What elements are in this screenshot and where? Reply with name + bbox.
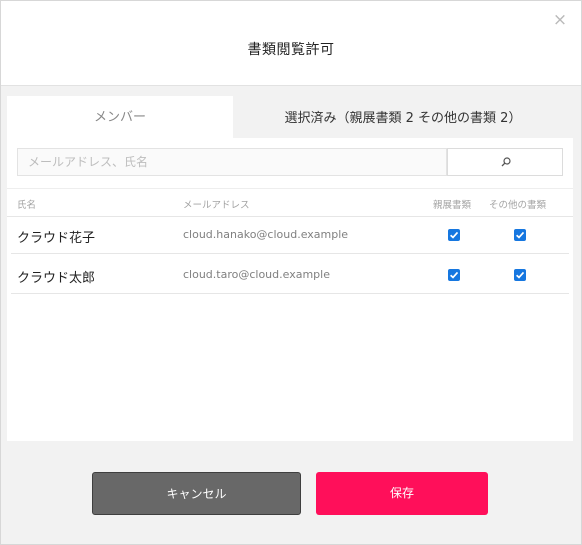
table-row: クラウド太郎 cloud.taro@cloud.example (11, 256, 569, 294)
save-button[interactable]: 保存 (316, 472, 488, 515)
header-email: メールアドレス (183, 200, 250, 211)
search-button[interactable] (447, 148, 563, 176)
header-confidential: 親展書類 (433, 200, 472, 211)
member-email: cloud.taro@cloud.example (183, 268, 330, 281)
member-name: クラウド太郎 (17, 271, 96, 286)
search-icon (501, 157, 511, 167)
dialog-title: 書類閲覧許可 (247, 42, 335, 58)
tab-members[interactable]: メンバー (7, 96, 233, 138)
check-icon (450, 231, 459, 239)
search-input[interactable] (17, 148, 447, 176)
member-email: cloud.hanako@cloud.example (183, 228, 349, 241)
tab-selected[interactable]: 選択済み（親展書類 2 その他の書類 2） (233, 96, 573, 138)
other-documents-checkbox[interactable] (514, 269, 526, 281)
member-panel: 氏名 メールアドレス 親展書類 その他の書類 クラウド花子 cloud.hana… (7, 138, 573, 441)
header-other: その他の書類 (489, 200, 547, 211)
document-permission-dialog: 書類閲覧許可 × メンバー 選択済み（親展書類 2 その他の書類 2） 氏名 メ… (0, 0, 582, 545)
tab-bar: メンバー 選択済み（親展書類 2 その他の書類 2） (7, 96, 573, 138)
check-icon (450, 271, 459, 279)
other-documents-checkbox[interactable] (514, 229, 526, 241)
member-name: クラウド花子 (17, 231, 96, 246)
header-name: 氏名 (17, 200, 37, 211)
table-header: 氏名 メールアドレス 親展書類 その他の書類 (7, 188, 573, 217)
check-icon (516, 271, 525, 279)
close-icon[interactable]: × (552, 11, 568, 29)
dialog-header: 書類閲覧許可 × (1, 1, 581, 86)
cancel-button[interactable]: キャンセル (92, 472, 301, 515)
check-icon (516, 231, 525, 239)
confidential-checkbox[interactable] (448, 229, 460, 241)
table-row: クラウド花子 cloud.hanako@cloud.example (11, 216, 569, 254)
confidential-checkbox[interactable] (448, 269, 460, 281)
